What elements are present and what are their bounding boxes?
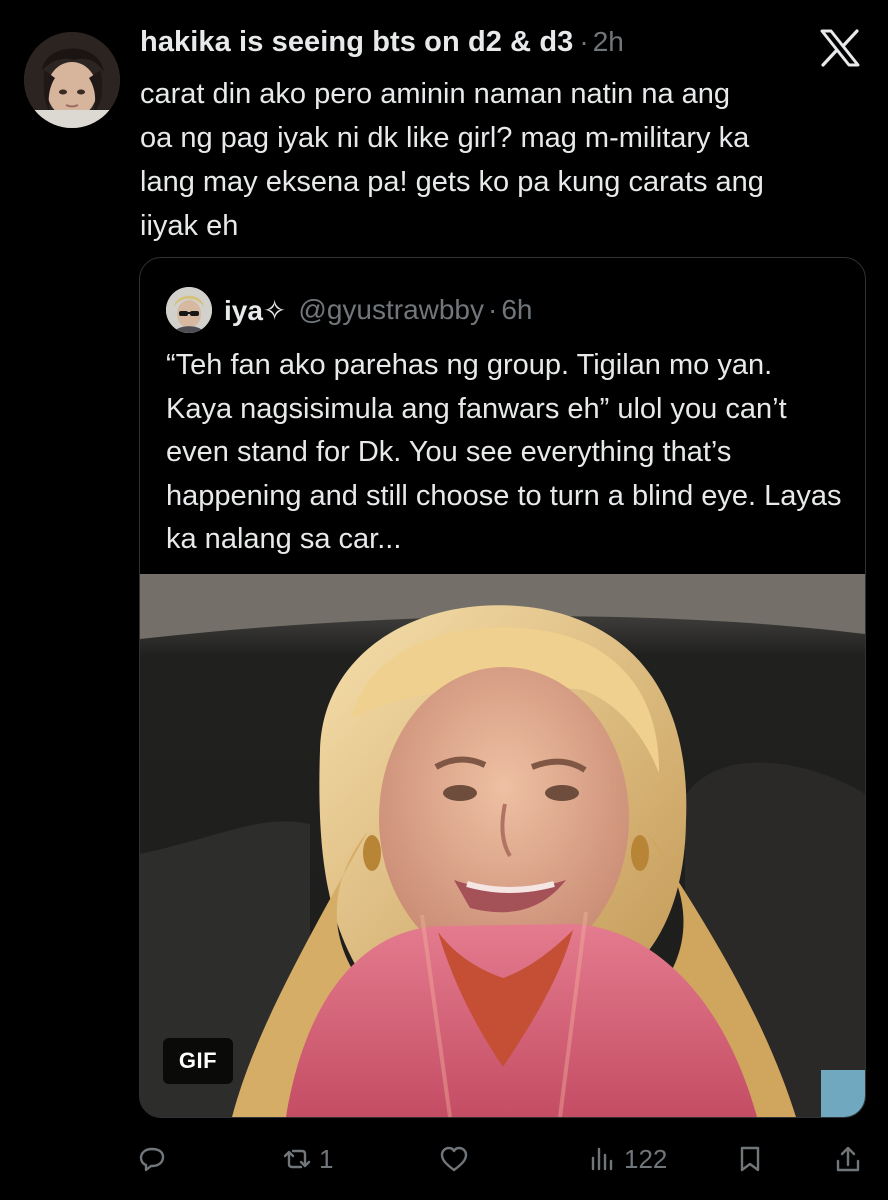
repost-icon — [283, 1149, 311, 1169]
quoted-profile-photo — [166, 287, 212, 333]
bookmark-button[interactable] — [734, 1138, 766, 1180]
profile-photo — [24, 32, 120, 128]
gif-badge: GIF — [163, 1038, 233, 1084]
share-icon — [836, 1146, 860, 1172]
quoted-post-text: “Teh fan ako parehas ng group. Tigilan m… — [166, 349, 842, 555]
like-button[interactable] — [438, 1138, 476, 1180]
reply-icon — [139, 1147, 165, 1172]
woman-crying-gif-image — [140, 574, 865, 1117]
reply-button[interactable] — [136, 1138, 174, 1180]
bookmark-icon — [740, 1146, 760, 1172]
repost-button[interactable]: 1 — [281, 1138, 333, 1180]
quoted-meta-separator: · — [488, 294, 498, 325]
repost-count: 1 — [319, 1143, 334, 1174]
quoted-post-card[interactable]: iya✧ @gyustrawbby · 6h “Teh fan ako pare… — [139, 257, 866, 1118]
post-display-name[interactable]: hakika is seeing bts on d2 & d3 — [140, 26, 573, 59]
post-header: hakika is seeing bts on d2 & d3 · 2h — [140, 26, 820, 66]
quoted-gif-media[interactable] — [140, 574, 865, 1117]
quoted-author-avatar[interactable] — [166, 287, 212, 333]
post-meta-separator: · — [579, 26, 589, 57]
share-button[interactable] — [832, 1138, 864, 1180]
quoted-post-header: iya✧ @gyustrawbby · 6h — [166, 284, 532, 336]
heart-icon — [440, 1146, 468, 1172]
post-text: carat din ako pero aminin naman natin na… — [140, 78, 764, 242]
post-timestamp[interactable]: 2h — [593, 26, 624, 58]
quoted-display-name[interactable]: iya✧ — [224, 294, 286, 327]
quoted-timestamp[interactable]: 6h — [501, 294, 532, 326]
post-actions-bar: 1 122 — [136, 1138, 866, 1180]
post-author-avatar[interactable] — [24, 32, 120, 128]
quoted-handle[interactable]: @gyustrawbby — [298, 294, 484, 326]
x-logo-icon — [818, 28, 862, 68]
views-button[interactable]: 122 — [586, 1138, 667, 1180]
views-icon — [591, 1147, 613, 1171]
views-count: 122 — [624, 1143, 668, 1174]
